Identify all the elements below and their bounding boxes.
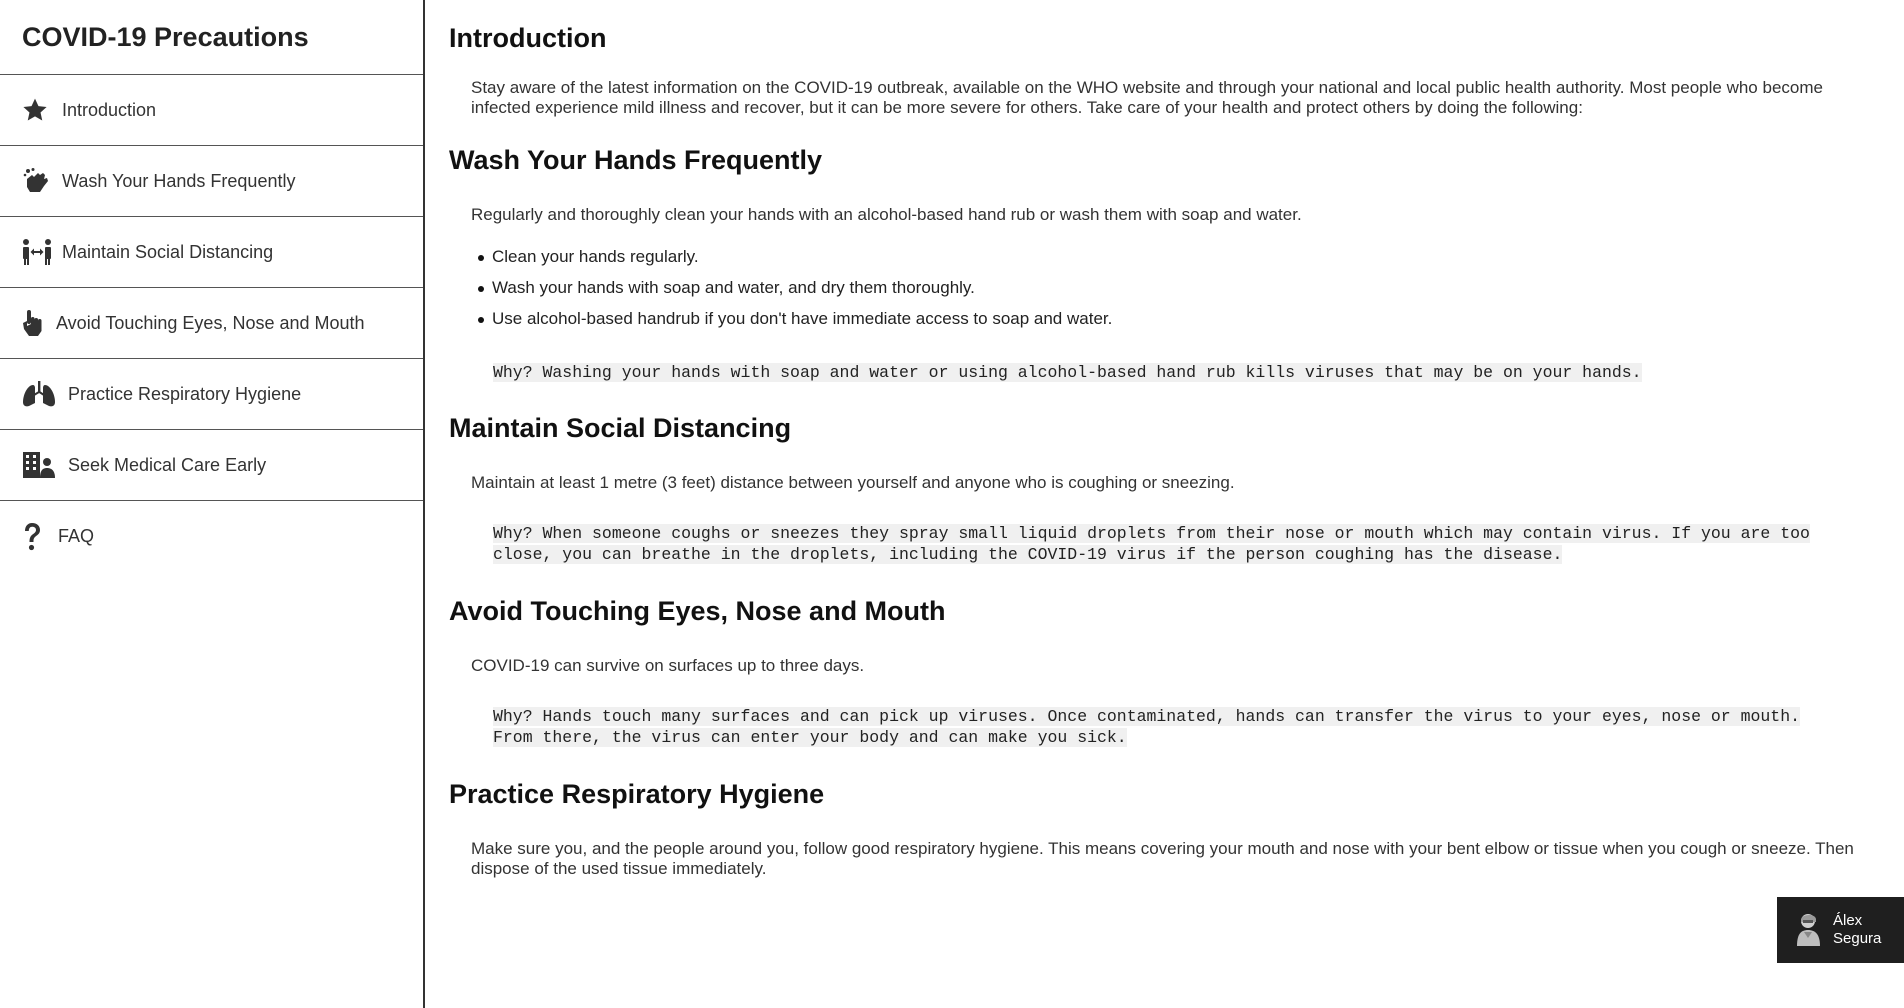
sidebar-item-label: Seek Medical Care Early	[68, 454, 267, 475]
section-heading: Practice Respiratory Hygiene	[449, 779, 825, 809]
section-text: COVID-19 can survive on surfaces up to t…	[471, 656, 865, 675]
sidebar-item-wash-hands[interactable]: Wash Your Hands Frequently	[0, 146, 423, 217]
hand-pointer-icon	[22, 308, 50, 338]
bullet-list: Clean your hands regularly. Wash your ha…	[449, 247, 1874, 329]
list-item: Wash your hands with soap and water, and…	[478, 278, 1874, 298]
sidebar-item-label: Wash Your Hands Frequently	[62, 170, 296, 191]
why-note: Why? Washing your hands with soap and wa…	[449, 362, 1874, 383]
app-root: COVID-19 Precautions Introduction Wash Y…	[0, 0, 1904, 1008]
sidebar-item-respiratory-hygiene[interactable]: Practice Respiratory Hygiene	[0, 359, 423, 430]
sidebar-item-medical-care[interactable]: Seek Medical Care Early	[0, 430, 423, 501]
why-note: Why? When someone coughs or sneezes they…	[449, 523, 1874, 565]
clinic-medical-icon	[22, 450, 62, 480]
section-wash-hands: Wash Your Hands Frequently Regularly and…	[449, 144, 1874, 383]
section-heading: Introduction	[449, 23, 607, 53]
list-item: Clean your hands regularly.	[478, 247, 1874, 267]
sidebar-item-label: Practice Respiratory Hygiene	[68, 383, 302, 404]
section-heading: Wash Your Hands Frequently	[449, 145, 823, 175]
people-arrows-icon	[22, 237, 56, 267]
sidebar-item-label: FAQ	[58, 526, 95, 546]
section-introduction: Introduction Stay aware of the latest in…	[449, 22, 1874, 118]
sidebar-item-label: Avoid Touching Eyes, Nose and Mouth	[56, 312, 365, 333]
list-item: Use alcohol-based handrub if you don't h…	[478, 309, 1874, 329]
why-text: Why? Hands touch many surfaces and can p…	[493, 707, 1801, 747]
why-note: Why? Hands touch many surfaces and can p…	[449, 706, 1874, 748]
avatar-icon	[1795, 912, 1823, 948]
main-content: Introduction Stay aware of the latest in…	[427, 0, 1904, 1008]
section-heading: Maintain Social Distancing	[449, 413, 792, 443]
sidebar-item-social-distancing[interactable]: Maintain Social Distancing	[0, 217, 423, 288]
section-text: Make sure you, and the people around you…	[471, 839, 1854, 878]
lungs-icon	[22, 379, 62, 409]
author-last-name: Segura	[1833, 930, 1882, 947]
section-respiratory-hygiene: Practice Respiratory Hygiene Make sure y…	[449, 778, 1874, 879]
star-icon	[22, 95, 56, 125]
section-text: Regularly and thoroughly clean your hand…	[471, 205, 1302, 224]
section-text: Stay aware of the latest information on …	[471, 78, 1823, 117]
sidebar-item-avoid-touching[interactable]: Avoid Touching Eyes, Nose and Mouth	[0, 288, 423, 359]
sidebar-item-label: Introduction	[62, 99, 157, 120]
author-badge[interactable]: Álex Segura	[1777, 897, 1904, 963]
section-heading: Avoid Touching Eyes, Nose and Mouth	[449, 596, 946, 626]
author-name: Álex Segura	[1833, 912, 1881, 948]
question-icon	[22, 522, 52, 552]
sidebar-item-label: Maintain Social Distancing	[62, 241, 274, 262]
section-text: Maintain at least 1 metre (3 feet) dista…	[471, 473, 1235, 492]
sidebar-item-faq[interactable]: FAQ	[0, 501, 423, 572]
section-avoid-touching: Avoid Touching Eyes, Nose and Mouth COVI…	[449, 595, 1874, 748]
why-text: Why? When someone coughs or sneezes they…	[493, 524, 1810, 564]
sidebar-title: COVID-19 Precautions	[0, 0, 423, 75]
why-text: Why? Washing your hands with soap and wa…	[493, 363, 1642, 382]
sidebar-item-introduction[interactable]: Introduction	[0, 75, 423, 146]
sidebar: COVID-19 Precautions Introduction Wash Y…	[0, 0, 425, 1008]
section-social-distancing: Maintain Social Distancing Maintain at l…	[449, 412, 1874, 565]
author-first-name: Álex	[1833, 912, 1863, 929]
hands-wash-icon	[22, 166, 56, 196]
